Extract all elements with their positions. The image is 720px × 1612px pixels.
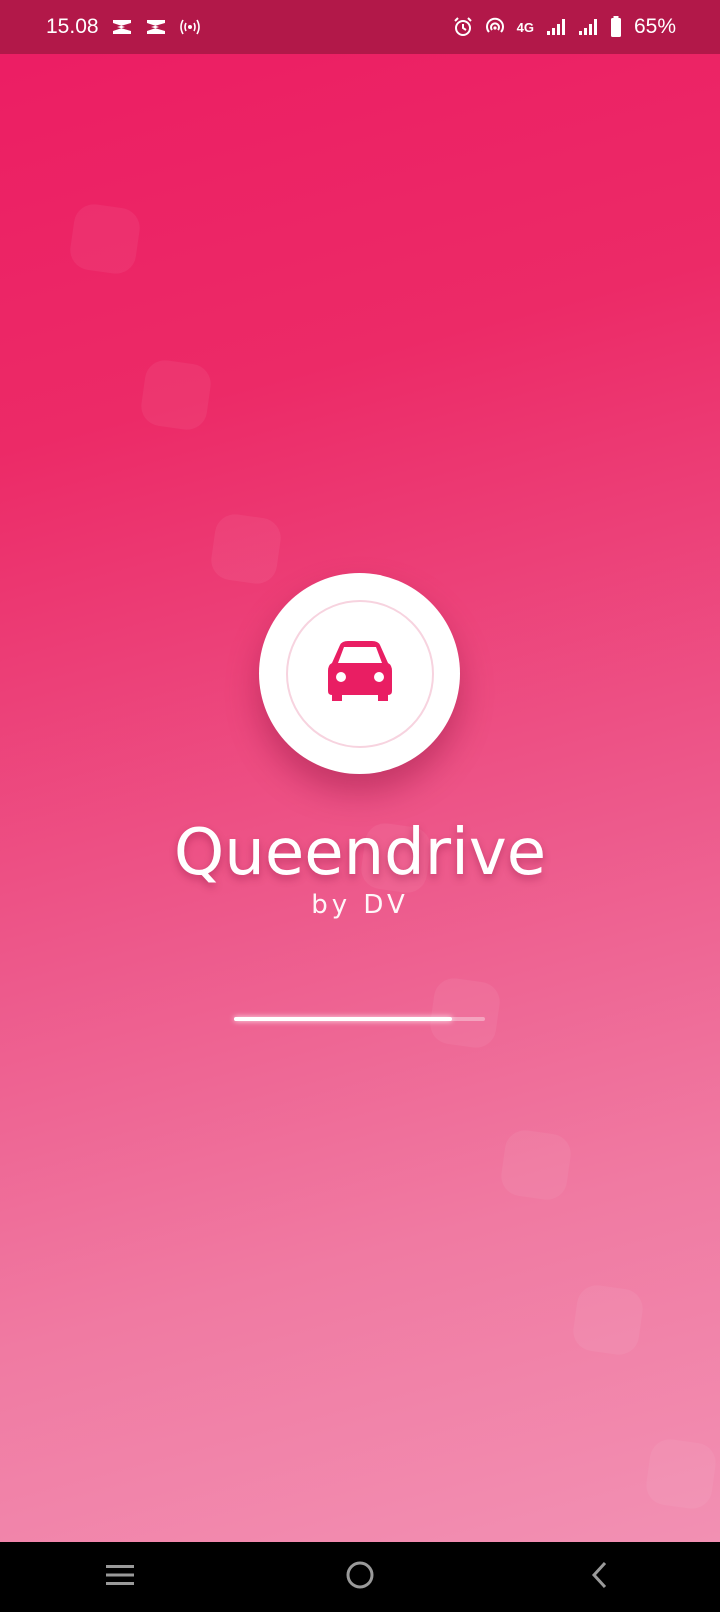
capcut-icon [145,18,167,36]
app-subtitle: by DV [311,890,409,920]
signal-icon [578,18,598,36]
alarm-icon [453,17,473,37]
status-bar: 15.08 4G 65% [0,0,720,54]
decorative-square [67,201,143,277]
decorative-square [643,1436,719,1512]
home-button[interactable] [300,1542,420,1612]
status-bar-right: 4G 65% [453,15,676,39]
battery-icon [610,16,622,38]
decorative-square [208,511,284,587]
splash-screen: 15.08 4G 65% Queendrive by DV [0,0,720,1612]
app-title: Queendrive [173,816,547,890]
hotspot-icon [179,17,201,37]
decorative-square [427,975,503,1051]
decorative-square [570,1282,646,1358]
recent-apps-button[interactable] [60,1542,180,1612]
car-icon [326,641,394,706]
loading-progress-bar [234,1017,485,1021]
status-time: 15.08 [46,15,99,38]
logo-ring [285,599,434,748]
network-type-label: 4G [516,19,534,35]
back-button[interactable] [540,1542,660,1612]
recent-apps-icon [105,1563,135,1592]
hotspot-icon [485,17,505,37]
signal-icon [546,18,566,36]
battery-percent: 65% [633,15,676,38]
app-logo [259,573,460,774]
back-icon [590,1560,610,1595]
status-bar-left: 15.08 [46,15,201,39]
loading-progress-fill [234,1017,453,1021]
decorative-square [498,1127,574,1203]
decorative-square [138,357,214,433]
navigation-bar [0,1542,720,1612]
home-icon [345,1560,375,1595]
capcut-icon [111,18,133,36]
